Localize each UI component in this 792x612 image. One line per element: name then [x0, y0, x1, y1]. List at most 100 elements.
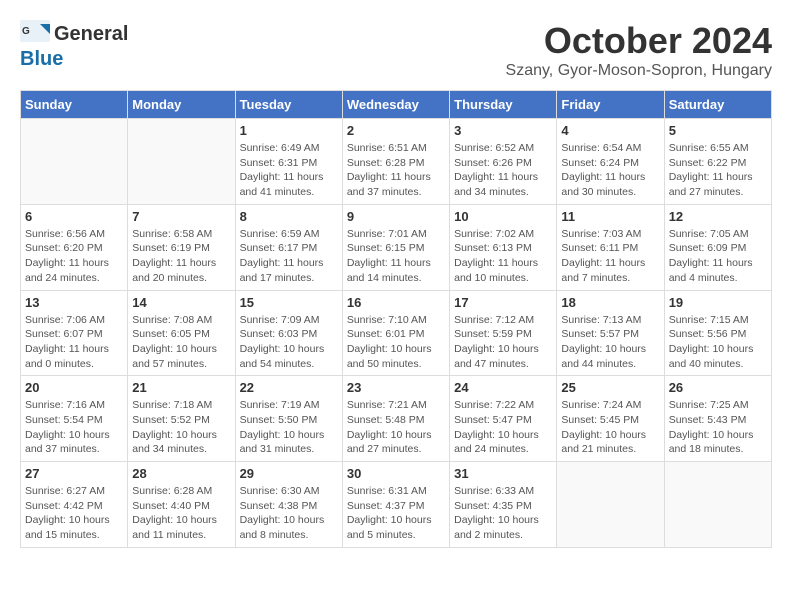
day-number: 15 [240, 295, 338, 310]
day-detail: Sunrise: 7:01 AMSunset: 6:15 PMDaylight:… [347, 227, 445, 286]
day-number: 20 [25, 380, 123, 395]
day-number: 26 [669, 380, 767, 395]
day-number: 9 [347, 209, 445, 224]
day-detail: Sunrise: 7:05 AMSunset: 6:09 PMDaylight:… [669, 227, 767, 286]
table-row: 2 Sunrise: 6:51 AMSunset: 6:28 PMDaylight… [342, 119, 449, 205]
table-row: 7 Sunrise: 6:58 AMSunset: 6:19 PMDaylight… [128, 204, 235, 290]
table-row: 8 Sunrise: 6:59 AMSunset: 6:17 PMDaylight… [235, 204, 342, 290]
table-row: 14 Sunrise: 7:08 AMSunset: 6:05 PMDayligh… [128, 290, 235, 376]
day-number: 27 [25, 466, 123, 481]
day-detail: Sunrise: 6:54 AMSunset: 6:24 PMDaylight:… [561, 141, 659, 200]
logo-general-text: General [54, 23, 128, 46]
table-row: 19 Sunrise: 7:15 AMSunset: 5:56 PMDayligh… [664, 290, 771, 376]
calendar-header-row: Sunday Monday Tuesday Wednesday Thursday… [21, 91, 772, 119]
table-row: 21 Sunrise: 7:18 AMSunset: 5:52 PMDayligh… [128, 376, 235, 462]
day-detail: Sunrise: 7:16 AMSunset: 5:54 PMDaylight:… [25, 398, 123, 457]
day-detail: Sunrise: 7:08 AMSunset: 6:05 PMDaylight:… [132, 313, 230, 372]
day-number: 1 [240, 123, 338, 138]
day-number: 19 [669, 295, 767, 310]
day-detail: Sunrise: 7:25 AMSunset: 5:43 PMDaylight:… [669, 398, 767, 457]
day-number: 3 [454, 123, 552, 138]
day-number: 8 [240, 209, 338, 224]
table-row: 5Sunrise: 6:55 AMSunset: 6:22 PMDaylight… [664, 119, 771, 205]
table-row: 29 Sunrise: 6:30 AMSunset: 4:38 PMDayligh… [235, 462, 342, 548]
table-row: 28 Sunrise: 6:28 AMSunset: 4:40 PMDayligh… [128, 462, 235, 548]
day-detail: Sunrise: 6:28 AMSunset: 4:40 PMDaylight:… [132, 484, 230, 543]
table-row: 13Sunrise: 7:06 AMSunset: 6:07 PMDayligh… [21, 290, 128, 376]
header-sunday: Sunday [21, 91, 128, 119]
day-detail: Sunrise: 7:09 AMSunset: 6:03 PMDaylight:… [240, 313, 338, 372]
day-detail: Sunrise: 6:59 AMSunset: 6:17 PMDaylight:… [240, 227, 338, 286]
day-detail: Sunrise: 6:56 AMSunset: 6:20 PMDaylight:… [25, 227, 123, 286]
day-detail: Sunrise: 6:51 AMSunset: 6:28 PMDaylight:… [347, 141, 445, 200]
day-detail: Sunrise: 6:55 AMSunset: 6:22 PMDaylight:… [669, 141, 767, 200]
table-row: 6 Sunrise: 6:56 AMSunset: 6:20 PMDaylight… [21, 204, 128, 290]
table-row: 27 Sunrise: 6:27 AMSunset: 4:42 PMDayligh… [21, 462, 128, 548]
table-row [664, 462, 771, 548]
day-number: 14 [132, 295, 230, 310]
day-detail: Sunrise: 7:10 AMSunset: 6:01 PMDaylight:… [347, 313, 445, 372]
table-row: 26 Sunrise: 7:25 AMSunset: 5:43 PMDayligh… [664, 376, 771, 462]
week-row-5: 27 Sunrise: 6:27 AMSunset: 4:42 PMDayligh… [21, 462, 772, 548]
header-monday: Monday [128, 91, 235, 119]
week-row-4: 20 Sunrise: 7:16 AMSunset: 5:54 PMDayligh… [21, 376, 772, 462]
table-row [128, 119, 235, 205]
day-detail: Sunrise: 7:18 AMSunset: 5:52 PMDaylight:… [132, 398, 230, 457]
month-title: October 2024 [506, 20, 772, 62]
logo-icon: G [20, 20, 54, 48]
table-row: 23Sunrise: 7:21 AMSunset: 5:48 PMDayligh… [342, 376, 449, 462]
calendar-table: Sunday Monday Tuesday Wednesday Thursday… [20, 90, 772, 548]
week-row-1: 1 Sunrise: 6:49 AMSunset: 6:31 PMDaylight… [21, 119, 772, 205]
header-saturday: Saturday [664, 91, 771, 119]
table-row: 10Sunrise: 7:02 AMSunset: 6:13 PMDayligh… [450, 204, 557, 290]
day-detail: Sunrise: 7:22 AMSunset: 5:47 PMDaylight:… [454, 398, 552, 457]
day-detail: Sunrise: 7:19 AMSunset: 5:50 PMDaylight:… [240, 398, 338, 457]
table-row: 3Sunrise: 6:52 AMSunset: 6:26 PMDaylight… [450, 119, 557, 205]
day-detail: Sunrise: 7:21 AMSunset: 5:48 PMDaylight:… [347, 398, 445, 457]
header: G General Blue October 2024 Szany, Gyor-… [20, 20, 772, 80]
day-number: 28 [132, 466, 230, 481]
day-number: 30 [347, 466, 445, 481]
day-number: 6 [25, 209, 123, 224]
table-row [21, 119, 128, 205]
day-detail: Sunrise: 7:02 AMSunset: 6:13 PMDaylight:… [454, 227, 552, 286]
table-row: 15 Sunrise: 7:09 AMSunset: 6:03 PMDayligh… [235, 290, 342, 376]
day-detail: Sunrise: 6:33 AMSunset: 4:35 PMDaylight:… [454, 484, 552, 543]
day-detail: Sunrise: 6:27 AMSunset: 4:42 PMDaylight:… [25, 484, 123, 543]
day-detail: Sunrise: 7:24 AMSunset: 5:45 PMDaylight:… [561, 398, 659, 457]
location-text: Szany, Gyor-Moson-Sopron, Hungary [506, 62, 772, 80]
table-row: 12 Sunrise: 7:05 AMSunset: 6:09 PMDayligh… [664, 204, 771, 290]
day-number: 18 [561, 295, 659, 310]
day-number: 21 [132, 380, 230, 395]
day-number: 16 [347, 295, 445, 310]
day-number: 4 [561, 123, 659, 138]
day-detail: Sunrise: 6:49 AMSunset: 6:31 PMDaylight:… [240, 141, 338, 200]
day-detail: Sunrise: 7:13 AMSunset: 5:57 PMDaylight:… [561, 313, 659, 372]
day-number: 24 [454, 380, 552, 395]
day-number: 25 [561, 380, 659, 395]
table-row: 1 Sunrise: 6:49 AMSunset: 6:31 PMDaylight… [235, 119, 342, 205]
day-number: 2 [347, 123, 445, 138]
table-row: 30 Sunrise: 6:31 AMSunset: 4:37 PMDayligh… [342, 462, 449, 548]
header-friday: Friday [557, 91, 664, 119]
table-row: 11Sunrise: 7:03 AMSunset: 6:11 PMDayligh… [557, 204, 664, 290]
table-row: 22Sunrise: 7:19 AMSunset: 5:50 PMDayligh… [235, 376, 342, 462]
day-number: 12 [669, 209, 767, 224]
day-detail: Sunrise: 6:30 AMSunset: 4:38 PMDaylight:… [240, 484, 338, 543]
table-row: 25 Sunrise: 7:24 AMSunset: 5:45 PMDayligh… [557, 376, 664, 462]
week-row-3: 13Sunrise: 7:06 AMSunset: 6:07 PMDayligh… [21, 290, 772, 376]
table-row: 4 Sunrise: 6:54 AMSunset: 6:24 PMDaylight… [557, 119, 664, 205]
table-row: 20 Sunrise: 7:16 AMSunset: 5:54 PMDayligh… [21, 376, 128, 462]
day-number: 17 [454, 295, 552, 310]
day-detail: Sunrise: 6:58 AMSunset: 6:19 PMDaylight:… [132, 227, 230, 286]
day-number: 29 [240, 466, 338, 481]
table-row: 24 Sunrise: 7:22 AMSunset: 5:47 PMDayligh… [450, 376, 557, 462]
day-detail: Sunrise: 7:15 AMSunset: 5:56 PMDaylight:… [669, 313, 767, 372]
day-number: 7 [132, 209, 230, 224]
logo-blue-text: Blue [20, 48, 63, 71]
day-detail: Sunrise: 6:31 AMSunset: 4:37 PMDaylight:… [347, 484, 445, 543]
day-number: 31 [454, 466, 552, 481]
logo: G General Blue [20, 20, 128, 71]
title-area: October 2024 Szany, Gyor-Moson-Sopron, H… [506, 20, 772, 80]
header-thursday: Thursday [450, 91, 557, 119]
